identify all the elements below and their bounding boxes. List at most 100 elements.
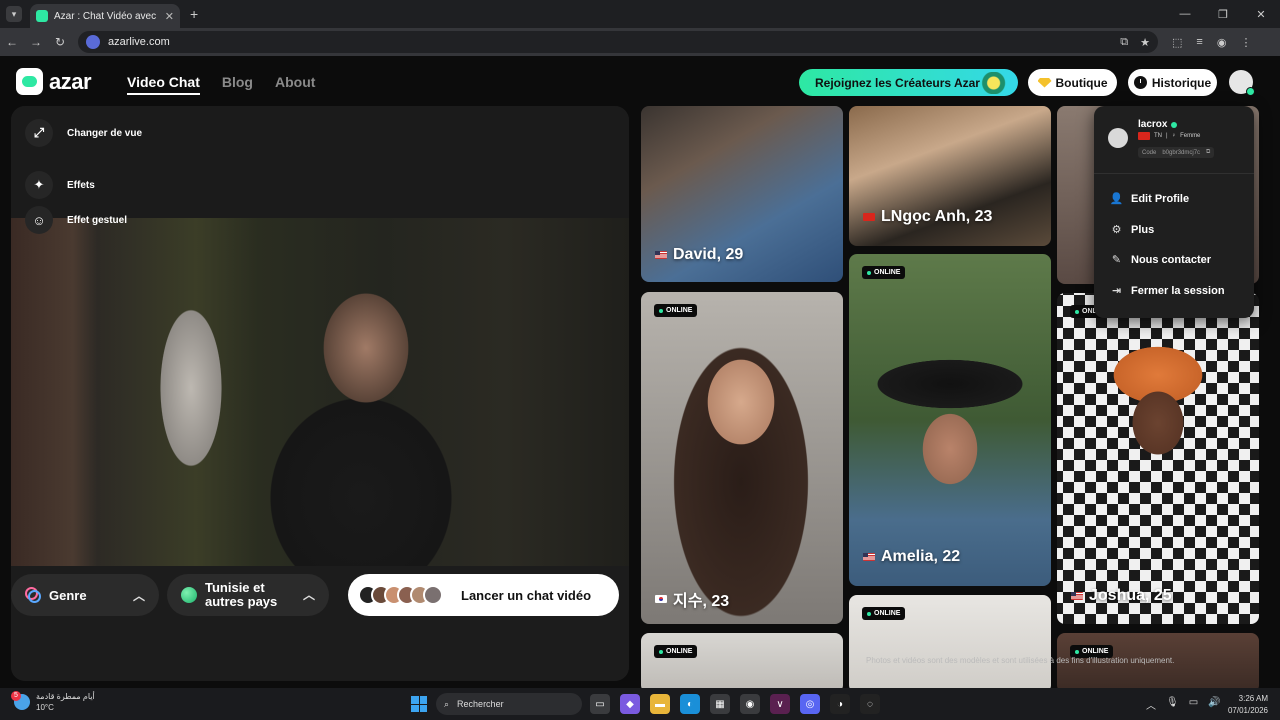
app-icon[interactable]: ◑ xyxy=(830,694,850,714)
profile-code[interactable]: Code b0gbr3dmcj7c ⧉ xyxy=(1138,147,1215,158)
user-avatar-button[interactable] xyxy=(1229,70,1255,96)
profile-card[interactable]: ONLINE Joshua, 25 xyxy=(1057,293,1259,624)
profile-card[interactable]: LNgọc Anh, 23 xyxy=(849,106,1051,246)
gender-label: Genre xyxy=(49,587,87,603)
weather-icon: 5 xyxy=(11,691,30,710)
historique-button[interactable]: Historique xyxy=(1128,69,1217,96)
cast-icon[interactable]: ⧉ xyxy=(1120,36,1128,49)
menu-item-contact[interactable]: ✎ Nous contacter xyxy=(1110,253,1211,267)
weather-widget[interactable]: 5 أيام ممطرة قادمة 10°C xyxy=(11,691,95,713)
windows-start-icon[interactable] xyxy=(411,696,427,712)
reload-icon[interactable]: ↻ xyxy=(48,35,72,49)
browser-menu-icon[interactable]: ⋮ xyxy=(1240,36,1251,49)
task-view-icon[interactable]: ▭ xyxy=(590,694,610,714)
launch-label: Lancer un chat vidéo xyxy=(461,587,592,603)
forward-icon[interactable]: → xyxy=(24,35,48,49)
copy-icon[interactable]: ⧉ xyxy=(1206,149,1210,156)
app-icon[interactable]: ∨ xyxy=(770,694,790,714)
store-icon[interactable]: ▦ xyxy=(710,694,730,714)
extensions-icon[interactable]: ⬚ xyxy=(1172,36,1182,49)
gear-icon: ⚙ xyxy=(1111,224,1122,236)
vn-flag-icon xyxy=(863,213,875,221)
country-filter-button[interactable]: Tunisie et autres pays ︿ xyxy=(167,574,329,616)
bookmark-star-icon[interactable]: ★ xyxy=(1140,36,1150,49)
divider xyxy=(1094,173,1254,174)
us-flag-icon xyxy=(863,553,875,561)
volume-icon[interactable]: 🔊 xyxy=(1208,697,1220,712)
profile-name: 지수, 23 xyxy=(655,587,729,611)
tab-title: Azar : Chat Vidéo avec de n xyxy=(54,10,159,22)
verified-dot-icon xyxy=(1171,121,1178,128)
profile-gender: Femme xyxy=(1180,133,1201,139)
back-icon[interactable]: ← xyxy=(0,35,24,49)
minimize-icon[interactable]: — xyxy=(1166,0,1204,28)
nav-about[interactable]: About xyxy=(275,74,315,95)
new-tab-button[interactable]: + xyxy=(190,6,198,22)
profile-card[interactable]: ONLINE Amelia, 22 xyxy=(849,254,1051,586)
weather-line1: أيام ممطرة قادمة xyxy=(36,692,95,701)
globe-icon xyxy=(181,587,197,603)
menu-item-logout[interactable]: ⇥ Fermer la session xyxy=(1110,284,1225,298)
change-view-control[interactable]: ⤢ Changer de vue xyxy=(25,119,142,147)
effects-control[interactable]: ✦ Effets xyxy=(25,171,95,199)
tab-list-button[interactable]: ▾ xyxy=(6,6,22,22)
chevron-up-icon: ︿ xyxy=(302,588,315,602)
site-header: azar Video Chat Blog About Rejoignez les… xyxy=(0,56,1280,106)
tn-flag-icon xyxy=(1138,132,1150,140)
gender-icon: ♀ xyxy=(1171,133,1177,139)
menu-item-plus[interactable]: ⚙ Plus xyxy=(1110,223,1155,237)
profile-dropdown: lacrox TN | ♀ Femme Code b0gbr3dmcj7c ⧉ … xyxy=(1094,106,1254,318)
online-text: ONLINE xyxy=(1082,648,1109,655)
profile-card[interactable]: David, 29 xyxy=(641,106,843,282)
join-creators-button[interactable]: Rejoignez les Créateurs Azar xyxy=(799,69,1018,96)
azar-logo[interactable]: azar xyxy=(16,68,92,95)
omnibox[interactable]: azarlive.com ⧉ ★ xyxy=(78,31,1158,53)
camera-preview xyxy=(11,218,629,566)
microphone-icon[interactable]: 🎙 xyxy=(1166,697,1179,712)
azar-page: azar Video Chat Blog About Rejoignez les… xyxy=(0,56,1280,688)
maximize-icon[interactable]: ❐ xyxy=(1204,0,1242,28)
country-label-line2: autres pays xyxy=(205,594,278,609)
close-window-icon[interactable]: ✕ xyxy=(1242,0,1280,28)
taskbar-search[interactable]: ⌕ Rechercher xyxy=(436,693,582,715)
avatar-stack xyxy=(358,585,443,605)
app-icon[interactable]: ◌ xyxy=(860,694,880,714)
nav-blog[interactable]: Blog xyxy=(222,74,253,95)
nav-video-chat[interactable]: Video Chat xyxy=(127,74,200,95)
gender-filter-button[interactable]: Genre ︿ xyxy=(11,574,159,616)
boutique-button[interactable]: Boutique xyxy=(1028,69,1117,96)
chrome-icon[interactable]: ◉ xyxy=(740,694,760,714)
code-value: b0gbr3dmcj7c xyxy=(1162,149,1201,156)
site-info-icon[interactable] xyxy=(86,35,100,49)
profile-meta: TN | ♀ Femme xyxy=(1138,132,1200,140)
profile-card[interactable]: ONLINE 지수, 23 xyxy=(641,292,843,624)
online-badge: ONLINE xyxy=(654,304,698,317)
profile-card[interactable]: ONLINE xyxy=(641,633,843,688)
taskbar-apps: ▭ ◆ ▬ ◐ ▦ ◉ ∨ ◎ ◑ ◌ xyxy=(590,694,880,714)
illustration-disclaimer: Photos et vidéos sont des modèles et son… xyxy=(866,656,1175,665)
main-nav: Video Chat Blog About xyxy=(127,74,315,95)
browser-tab[interactable]: Azar : Chat Vidéo avec de n ✕ xyxy=(30,4,180,28)
chevron-up-icon: ︿ xyxy=(132,588,145,603)
chevron-up-icon[interactable]: ︿ xyxy=(1146,697,1156,712)
edge-icon[interactable]: ◐ xyxy=(680,694,700,714)
clock-time: 3:26 AM xyxy=(1238,694,1268,703)
launch-video-chat-button[interactable]: Lancer un chat vidéo xyxy=(348,574,619,616)
online-badge: ONLINE xyxy=(654,645,698,658)
online-status-dot xyxy=(1246,87,1255,96)
display-icon[interactable]: ▭ xyxy=(1189,697,1198,712)
profile-card[interactable]: ONLINE xyxy=(849,595,1051,688)
profile-name-text: LNgọc Anh, 23 xyxy=(881,208,993,225)
file-explorer-icon[interactable]: ▬ xyxy=(650,694,670,714)
menu-item-edit-profile[interactable]: 👤 Edit Profile xyxy=(1110,192,1189,206)
discord-icon[interactable]: ◎ xyxy=(800,694,820,714)
gesture-effect-control[interactable]: ☺ Effet gestuel xyxy=(25,206,127,234)
copilot-icon[interactable]: ◆ xyxy=(620,694,640,714)
profile-icon[interactable]: ◉ xyxy=(1217,36,1227,49)
taskbar-clock[interactable]: 3:26 AM 07/01/2026 xyxy=(1228,693,1268,717)
weather-temperature: 10°C xyxy=(36,703,54,712)
creators-decoration-icon xyxy=(980,72,1014,94)
profile-name-text: David, 29 xyxy=(673,246,744,263)
media-icon[interactable]: ≡ xyxy=(1196,36,1202,49)
close-tab-icon[interactable]: ✕ xyxy=(165,10,174,23)
